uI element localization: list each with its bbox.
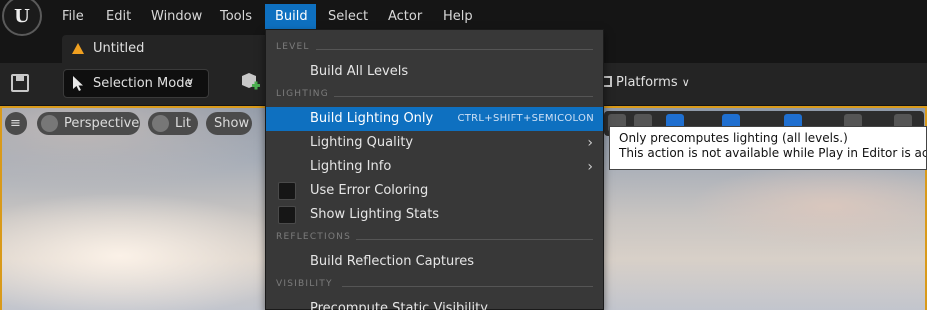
menu-item-label: Build Reflection Captures (310, 254, 475, 269)
section-title: LEVEL (276, 42, 310, 52)
menu-item-lighting-info[interactable]: Lighting Info › (266, 155, 603, 179)
chevron-right-icon: › (587, 159, 593, 175)
build-menu-dropdown: LEVEL Build All Levels LIGHTING Build Li… (265, 29, 604, 310)
menu-item-build-lighting-only[interactable]: Build Lighting Only CTRL+SHIFT+SEMICOLON (266, 107, 603, 131)
menu-item-label: Lighting Quality (310, 135, 414, 150)
selection-mode-dropdown[interactable]: Selection Mode ∨ (63, 69, 209, 98)
section-divider (316, 49, 593, 50)
platforms-label: Platforms (616, 75, 678, 90)
show-lighting-stats-checkbox[interactable] (278, 206, 296, 224)
save-icon[interactable] (11, 74, 29, 92)
menu-item-lighting-quality[interactable]: Lighting Quality › (266, 131, 603, 155)
menu-build[interactable]: Build (265, 4, 316, 29)
section-level: LEVEL (266, 40, 603, 56)
perspective-label: Perspective (64, 116, 140, 131)
tab-title: Untitled (93, 41, 145, 56)
menu-item-build-reflection-captures[interactable]: Build Reflection Captures (266, 250, 603, 274)
section-title: LIGHTING (276, 89, 329, 99)
menu-item-label: Build All Levels (310, 64, 409, 79)
hamburger-icon: ≡ (10, 116, 21, 131)
lit-sphere-icon (152, 115, 169, 132)
section-title: REFLECTIONS (276, 232, 351, 242)
lit-label: Lit (175, 116, 191, 131)
tooltip-line-1: Only precomputes lighting (all levels.) (619, 131, 848, 145)
level-icon (72, 43, 84, 54)
section-divider (342, 286, 593, 287)
cursor-icon (73, 76, 83, 91)
use-error-coloring-checkbox[interactable] (278, 182, 296, 200)
tooltip-line-2: This action is not available while Play … (619, 146, 926, 160)
menu-window[interactable]: Window (141, 4, 212, 29)
section-visibility: VISIBILITY (266, 277, 603, 293)
menu-item-label: Precompute Static Visibility (310, 301, 488, 310)
menu-select[interactable]: Select (318, 4, 378, 29)
menu-item-precompute-static-visibility[interactable]: Precompute Static Visibility (266, 297, 603, 310)
section-lighting: LIGHTING (266, 87, 603, 103)
menu-tools[interactable]: Tools (210, 4, 262, 29)
menu-item-build-all-levels[interactable]: Build All Levels (266, 60, 603, 84)
menu-help[interactable]: Help (433, 4, 483, 29)
chevron-right-icon: › (587, 135, 593, 151)
menu-item-label: Use Error Coloring (310, 183, 429, 198)
add-actor-icon[interactable] (240, 72, 260, 94)
menu-item-label: Build Lighting Only (310, 111, 434, 126)
perspective-button[interactable]: Perspective (37, 112, 140, 135)
section-divider (334, 96, 593, 97)
menu-item-show-lighting-stats[interactable]: Show Lighting Stats (266, 203, 603, 227)
selection-mode-label: Selection Mode (93, 76, 193, 91)
shortcut-label: CTRL+SHIFT+SEMICOLON (457, 113, 594, 124)
menu-item-label: Show Lighting Stats (310, 207, 440, 222)
viewport-menu-button[interactable]: ≡ (5, 112, 27, 135)
section-divider (356, 239, 593, 240)
chevron-down-icon: ∨ (186, 75, 195, 88)
cube-icon (41, 115, 58, 132)
menu-actor[interactable]: Actor (378, 4, 432, 29)
tab-untitled[interactable]: Untitled (62, 35, 272, 63)
menu-item-use-error-coloring[interactable]: Use Error Coloring (266, 179, 603, 203)
menu-item-label: Lighting Info (310, 159, 392, 174)
show-label: Show (214, 116, 250, 131)
platforms-button[interactable]: Platforms ∨ (598, 75, 690, 90)
chevron-down-icon: ∨ (681, 76, 690, 89)
menu-edit[interactable]: Edit (96, 4, 141, 29)
show-button[interactable]: Show (206, 112, 252, 135)
menu-file[interactable]: File (52, 4, 94, 29)
tooltip: Only precomputes lighting (all levels.) … (609, 126, 927, 170)
section-reflections: REFLECTIONS (266, 230, 603, 246)
section-title: VISIBILITY (276, 279, 333, 289)
view-mode-button[interactable]: Lit (148, 112, 198, 135)
